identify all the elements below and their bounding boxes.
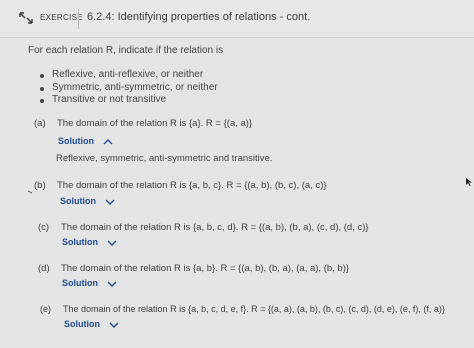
part-text: The domain of the relation R is {a}. R =… bbox=[57, 118, 253, 129]
part-text: The domain of the relation R is {a, b}. … bbox=[61, 263, 350, 274]
solution-label: Solution bbox=[62, 278, 98, 288]
part-letter: (a) bbox=[34, 118, 46, 129]
chevron-down-icon bbox=[105, 199, 115, 205]
solution-toggle-d[interactable]: Solution bbox=[62, 278, 117, 288]
chevron-down-icon bbox=[107, 281, 117, 287]
tick-mark-icon bbox=[28, 190, 32, 194]
solution-answer-a: Reflexive, symmetric, anti-symmetric and… bbox=[56, 153, 273, 164]
exercise-label: EXERCISE bbox=[40, 13, 83, 22]
list-item: Symmetric, anti-symmetric, or neither bbox=[38, 82, 218, 95]
list-item: Reflexive, anti-reflexive, or neither bbox=[38, 69, 218, 82]
part-text: The domain of the relation R is {a, b, c… bbox=[57, 180, 327, 191]
part-letter: (d) bbox=[38, 263, 50, 274]
solution-toggle-a[interactable]: Solution bbox=[58, 136, 113, 146]
solution-toggle-e[interactable]: Solution bbox=[64, 319, 119, 329]
part-a: (a) The domain of the relation R is {a}. … bbox=[34, 118, 252, 129]
chevron-up-icon bbox=[103, 138, 113, 145]
mouse-cursor-icon bbox=[466, 178, 472, 186]
intro-text: For each relation R, indicate if the rel… bbox=[28, 45, 224, 56]
solution-label: Solution bbox=[58, 136, 94, 146]
chevron-down-icon bbox=[107, 240, 117, 246]
part-b: (b) The domain of the relation R is {a, b… bbox=[34, 180, 327, 191]
solution-toggle-c[interactable]: Solution bbox=[62, 237, 117, 247]
part-d: (d) The domain of the relation R is {a, b… bbox=[38, 263, 349, 274]
part-text: The domain of the relation R is {a, b, c… bbox=[61, 222, 369, 233]
solution-label: Solution bbox=[60, 196, 96, 206]
part-text: The domain of the relation R is {a, b, c… bbox=[63, 304, 445, 314]
part-e: (e) The domain of the relation R is {a, b… bbox=[40, 304, 445, 314]
property-list: Reflexive, anti-reflexive, or neither Sy… bbox=[38, 69, 218, 107]
solution-label: Solution bbox=[62, 237, 98, 247]
exercise-header: EXERCISE 6.2.4: Identifying properties o… bbox=[0, 0, 474, 38]
part-letter: (c) bbox=[38, 222, 50, 233]
collapse-arrows-icon[interactable] bbox=[18, 10, 34, 26]
solution-toggle-b[interactable]: Solution bbox=[60, 196, 115, 206]
header-divider bbox=[78, 9, 79, 29]
list-item: Transitive or not transitive bbox=[38, 94, 218, 107]
part-letter: (b) bbox=[34, 180, 46, 191]
part-letter: (e) bbox=[40, 304, 51, 314]
exercise-content: For each relation R, indicate if the rel… bbox=[0, 38, 474, 348]
chevron-down-icon bbox=[109, 322, 119, 328]
exercise-title: 6.2.4: Identifying properties of relatio… bbox=[87, 11, 311, 23]
solution-label: Solution bbox=[64, 319, 100, 329]
part-c: (c) The domain of the relation R is {a, b… bbox=[38, 222, 369, 233]
